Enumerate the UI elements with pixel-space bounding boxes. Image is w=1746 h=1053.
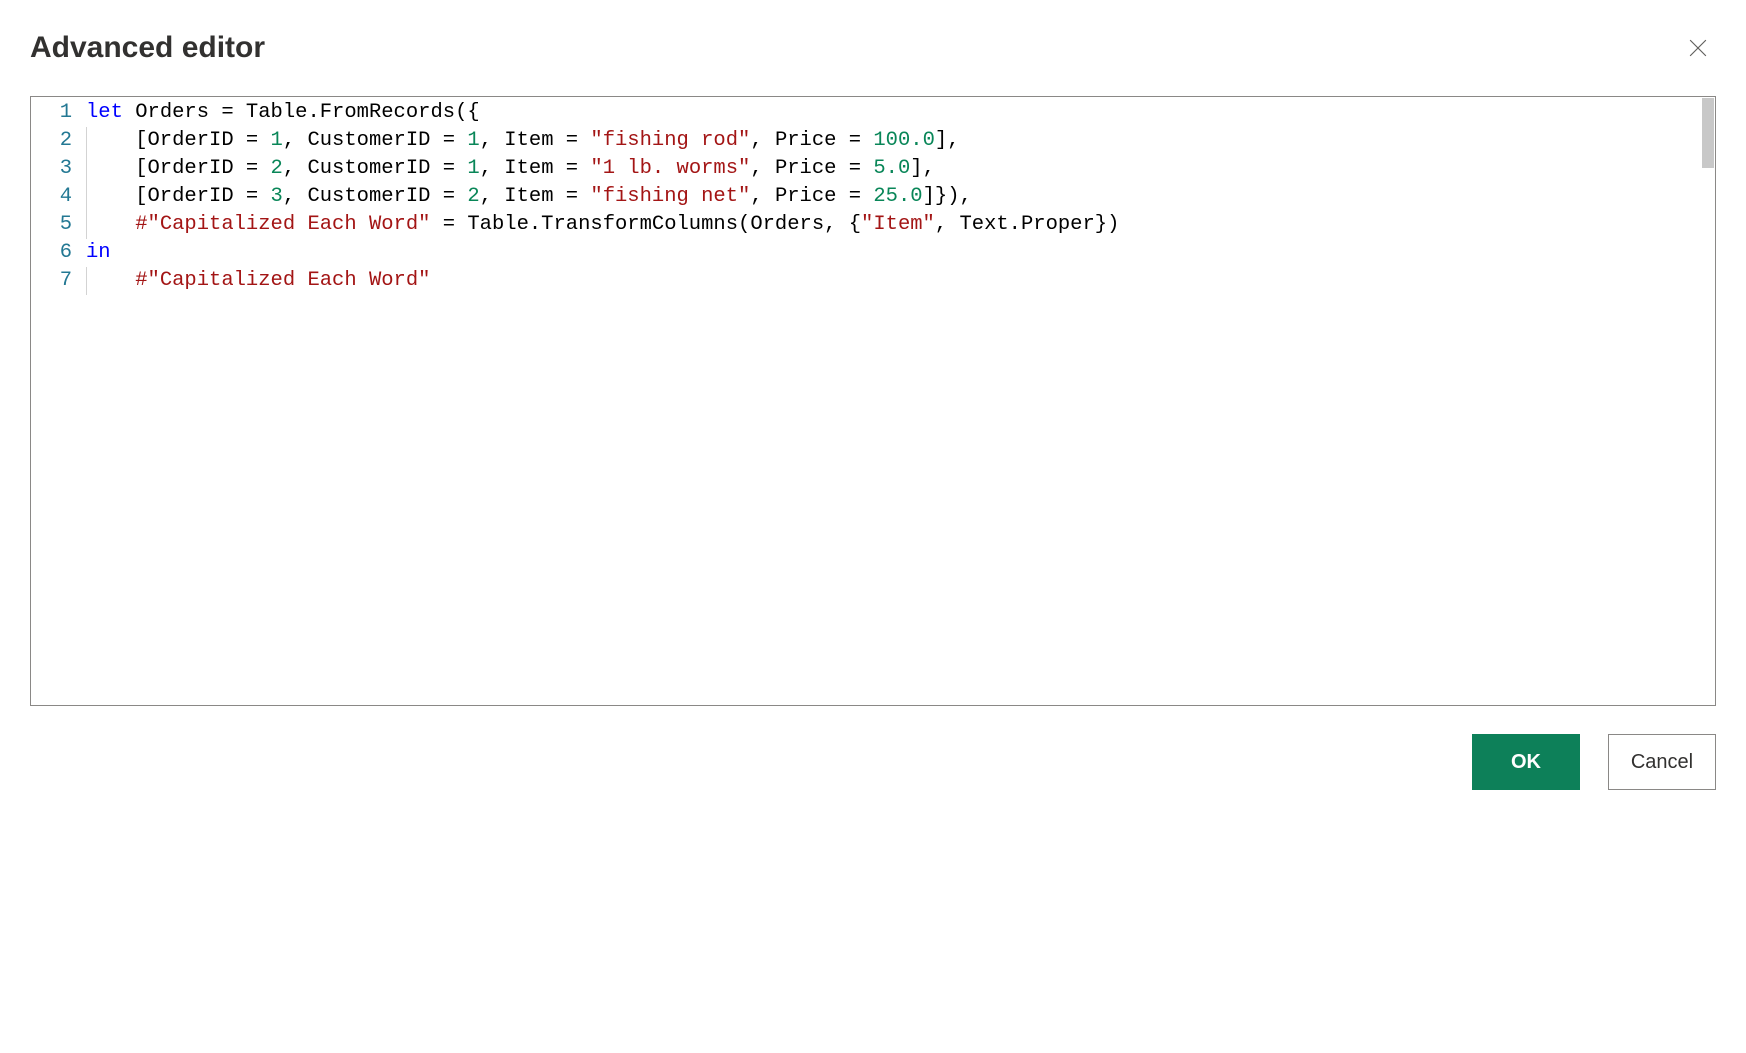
line-number: 7 — [31, 267, 72, 295]
dialog-header: Advanced editor — [30, 30, 1716, 66]
code-line[interactable]: [OrderID = 3, CustomerID = 2, Item = "fi… — [86, 183, 1715, 211]
ok-button[interactable]: OK — [1472, 734, 1580, 790]
code-line[interactable]: [OrderID = 2, CustomerID = 1, Item = "1 … — [86, 155, 1715, 183]
code-area[interactable]: let Orders = Table.FromRecords({ [OrderI… — [86, 99, 1715, 295]
close-icon — [1689, 39, 1707, 57]
code-line[interactable]: #"Capitalized Each Word" = Table.Transfo… — [86, 211, 1715, 239]
scrollbar-thumb[interactable] — [1702, 98, 1714, 168]
line-number: 5 — [31, 211, 72, 239]
line-number: 4 — [31, 183, 72, 211]
code-line[interactable]: let Orders = Table.FromRecords({ — [86, 99, 1715, 127]
line-number: 3 — [31, 155, 72, 183]
code-line[interactable]: [OrderID = 1, CustomerID = 1, Item = "fi… — [86, 127, 1715, 155]
line-number: 6 — [31, 239, 72, 267]
dialog-footer: OK Cancel — [30, 734, 1716, 790]
line-number: 1 — [31, 99, 72, 127]
code-editor[interactable]: 1234567 let Orders = Table.FromRecords({… — [30, 96, 1716, 706]
dialog-title: Advanced editor — [30, 31, 265, 65]
code-line[interactable]: #"Capitalized Each Word" — [86, 267, 1715, 295]
line-number-gutter: 1234567 — [31, 99, 86, 295]
code-line[interactable]: in — [86, 239, 1715, 267]
cancel-button[interactable]: Cancel — [1608, 734, 1716, 790]
vertical-scrollbar[interactable] — [1701, 97, 1715, 705]
line-number: 2 — [31, 127, 72, 155]
close-button[interactable] — [1680, 30, 1716, 66]
